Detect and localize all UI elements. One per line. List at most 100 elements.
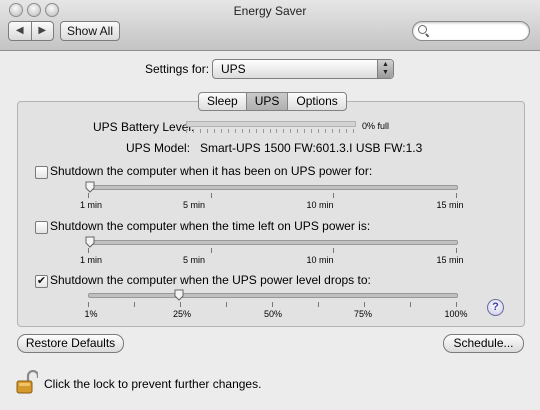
tick-label: 50% xyxy=(263,309,283,319)
slider-tick-mark xyxy=(333,193,334,198)
battery-level-tick xyxy=(339,129,340,133)
battery-level-ticks xyxy=(186,129,354,133)
slider-tick-mark xyxy=(456,248,457,253)
shutdown-power-level-label: Shutdown the computer when the UPS power… xyxy=(50,273,371,287)
ups-model-value: Smart-UPS 1500 FW:601.3.I USB FW:1.3 xyxy=(200,141,423,155)
battery-level-tick xyxy=(228,129,229,133)
battery-level-tick xyxy=(346,129,347,133)
battery-level-value: 0% full xyxy=(362,121,390,131)
tick-label: 1% xyxy=(84,309,98,319)
tick-label: 10 min xyxy=(306,200,334,210)
lock-message: Click the lock to prevent further change… xyxy=(44,377,262,391)
show-all-button[interactable]: Show All xyxy=(60,21,120,41)
time-left-slider-ticks xyxy=(88,248,458,254)
battery-level-tick xyxy=(276,129,277,133)
settings-for-label: Settings for: xyxy=(145,62,210,76)
battery-level-label: UPS Battery Level: xyxy=(93,120,195,134)
slider-tick-mark xyxy=(88,302,89,307)
tab-bar: Sleep UPS Options xyxy=(198,92,347,111)
shutdown-on-ups-time-label: Shutdown the computer when it has been o… xyxy=(50,164,373,178)
time-left-slider-knob[interactable] xyxy=(85,236,95,248)
battery-level-tick xyxy=(270,129,271,133)
tick-label: 10 min xyxy=(306,255,334,265)
power-level-slider-track[interactable] xyxy=(88,293,458,298)
tick-label: 100% xyxy=(444,309,468,319)
slider-tick-mark xyxy=(272,302,273,307)
battery-level-tick xyxy=(235,129,236,133)
power-level-slider-knob[interactable] xyxy=(174,289,184,301)
ups-time-slider-track[interactable] xyxy=(88,185,458,190)
search-input[interactable] xyxy=(431,23,521,37)
battery-level-tick xyxy=(325,129,326,133)
battery-level-tick xyxy=(283,129,284,133)
popup-arrows-icon: ▲ ▼ xyxy=(377,60,393,78)
battery-level-tick xyxy=(256,129,257,133)
battery-level-bar xyxy=(186,121,356,127)
battery-level-tick xyxy=(263,129,264,133)
battery-level-tick xyxy=(193,129,194,133)
back-forward-control: ◀ ▶ xyxy=(8,21,54,41)
slider-tick-mark xyxy=(226,302,227,307)
tab-sleep[interactable]: Sleep xyxy=(199,93,246,110)
power-level-slider-ticks xyxy=(88,302,458,308)
slider-tick-mark xyxy=(410,302,411,307)
slider-tick-mark xyxy=(456,302,457,307)
ups-model-label: UPS Model: xyxy=(126,141,191,155)
schedule-button[interactable]: Schedule... xyxy=(443,334,524,353)
forward-arrow-icon[interactable]: ▶ xyxy=(30,22,54,40)
slider-tick-mark xyxy=(180,302,181,307)
battery-level-tick xyxy=(214,129,215,133)
tab-options[interactable]: Options xyxy=(287,93,345,110)
slider-tick-mark xyxy=(333,248,334,253)
search-field[interactable] xyxy=(412,21,530,41)
checkmark-icon: ✔ xyxy=(36,275,47,287)
tick-label: 15 min xyxy=(436,255,464,265)
battery-level-tick xyxy=(311,129,312,133)
window-title: Energy Saver xyxy=(233,4,307,18)
slider-tick-mark xyxy=(456,193,457,198)
tick-label: 75% xyxy=(353,309,373,319)
tick-label: 15 min xyxy=(436,200,464,210)
slider-tick-mark xyxy=(88,193,89,198)
battery-level-tick xyxy=(249,129,250,133)
settings-for-value: UPS xyxy=(221,62,246,76)
restore-defaults-button[interactable]: Restore Defaults xyxy=(17,334,124,353)
search-icon xyxy=(418,25,427,34)
tick-label: 1 min xyxy=(79,255,103,265)
battery-level-tick xyxy=(207,129,208,133)
shutdown-power-level-checkbox[interactable]: ✔ xyxy=(35,275,48,288)
tick-label: 1 min xyxy=(79,200,103,210)
slider-tick-mark xyxy=(211,193,212,198)
battery-level-tick xyxy=(200,129,201,133)
time-left-slider-track[interactable] xyxy=(88,240,458,245)
battery-level-tick xyxy=(242,129,243,133)
tick-label: 25% xyxy=(172,309,192,319)
battery-level-tick xyxy=(290,129,291,133)
shutdown-time-left-label: Shutdown the computer when the time left… xyxy=(50,219,371,233)
battery-level-tick xyxy=(297,129,298,133)
shutdown-on-ups-time-checkbox[interactable] xyxy=(35,166,48,179)
tick-label: 5 min xyxy=(182,255,206,265)
battery-level-tick xyxy=(318,129,319,133)
ups-time-slider-ticks xyxy=(88,193,458,199)
battery-level-tick xyxy=(221,129,222,133)
slider-tick-mark xyxy=(88,248,89,253)
battery-level-tick xyxy=(353,129,354,133)
shutdown-time-left-checkbox[interactable] xyxy=(35,221,48,234)
slider-tick-mark xyxy=(211,248,212,253)
battery-level-tick xyxy=(186,129,187,133)
battery-level-tick xyxy=(332,129,333,133)
battery-level-tick xyxy=(304,129,305,133)
slider-tick-mark xyxy=(134,302,135,307)
settings-for-popup[interactable]: UPS ▲ ▼ xyxy=(212,59,394,79)
slider-tick-mark xyxy=(364,302,365,307)
open-lock-icon[interactable] xyxy=(16,370,38,394)
help-button[interactable]: ? xyxy=(487,299,504,316)
back-arrow-icon[interactable]: ◀ xyxy=(9,22,31,40)
title-bar: Energy Saver ◀ ▶ Show All xyxy=(0,0,540,51)
slider-tick-mark xyxy=(318,302,319,307)
tick-label: 5 min xyxy=(182,200,206,210)
energy-saver-window: Energy Saver ◀ ▶ Show All Settings for: … xyxy=(0,0,540,410)
ups-time-slider-knob[interactable] xyxy=(85,181,95,193)
tab-ups[interactable]: UPS xyxy=(245,93,288,110)
